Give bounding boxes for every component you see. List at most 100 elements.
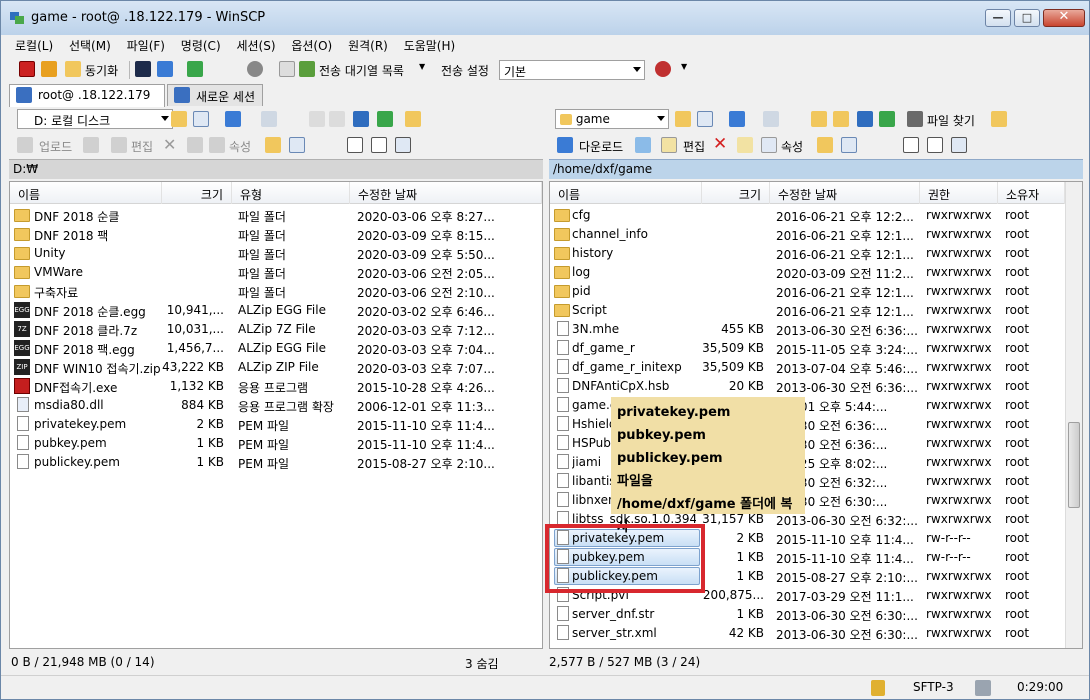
binoculars-icon[interactable] [907,111,923,127]
back-icon[interactable] [729,111,745,127]
new-folder-icon[interactable] [817,137,833,153]
console-icon[interactable] [135,61,151,77]
table-row[interactable]: server_str.xml 42 KB 2013-06-30 오전 6:30:..… [550,624,1065,643]
tab-new-session[interactable]: 새로운 세션 [167,84,263,106]
column-size[interactable]: 크기 [162,182,232,204]
table-row[interactable]: ZIP DNF WIN10 접속기.zip 43,222 KB ALZip ZIP F… [10,358,542,377]
back-icon[interactable] [225,111,241,127]
tab-session-root[interactable]: root@ .18.122.179 [9,84,165,107]
menu-local[interactable]: 로컬(L) [9,35,59,56]
column-modified[interactable]: 수정한 날짜 [350,182,542,204]
refresh-icon[interactable] [377,111,393,127]
new-file-icon[interactable] [289,137,305,153]
upload-icon[interactable] [17,137,33,153]
vertical-scrollbar[interactable] [1065,182,1082,648]
remote-dir-select[interactable]: game [555,109,669,129]
table-row[interactable]: privatekey.pem 2 KB PEM 파일 2015-11-10 오후 11… [10,415,542,434]
unselect-icon[interactable] [927,137,943,153]
transfer-preset-icon[interactable] [655,61,671,77]
properties-button[interactable]: 속성 [781,138,803,155]
download-button[interactable]: 다운로드 [579,138,623,155]
table-row[interactable]: EGG DNF 2018 순클.egg 10,941,... ALZip EGG Fi… [10,301,542,320]
forward-icon[interactable] [261,111,277,127]
column-owner[interactable]: 소유자 [998,182,1065,204]
filter-icon[interactable] [193,111,209,127]
table-row[interactable]: VMWare 파일 폴더 2020-03-06 오전 2:05... [10,263,542,282]
column-size[interactable]: 크기 [702,182,770,204]
table-row[interactable]: Unity 파일 폴더 2020-03-09 오후 5:50... [10,244,542,263]
edit-icon[interactable] [111,137,127,153]
column-rights[interactable]: 권한 [920,182,998,204]
table-row[interactable]: channel_info 2016-06-21 오후 12:1... rwxrwxr… [550,225,1065,244]
rename-icon[interactable] [187,137,203,153]
menu-options[interactable]: 옵션(O) [285,35,338,56]
table-row[interactable]: history 2016-06-21 오후 12:1... rwxrwxrwx roo… [550,244,1065,263]
delete-icon[interactable]: ✕ [163,135,176,154]
table-row[interactable]: server_dnf.str 1 KB 2013-06-30 오전 6:30:...… [550,605,1065,624]
table-row[interactable]: df_game_r_initexp 35,509 KB 2013-07-04 오후 … [550,358,1065,377]
open-folder-icon[interactable] [675,111,691,127]
select-all-icon[interactable] [903,137,919,153]
table-row[interactable]: publickey.pem 1 KB PEM 파일 2015-08-27 오후 2:1… [10,453,542,472]
sync-label[interactable]: 동기화 [85,62,118,79]
root-dir-icon[interactable] [833,111,849,127]
table-row[interactable]: 구축자료 파일 폴더 2020-03-06 오전 2:10... [10,282,542,301]
filter-icon[interactable] [951,137,967,153]
table-row[interactable]: 7Z DNF 2018 클라.7z 10,031,... ALZip 7Z File 2… [10,320,542,339]
edit-button[interactable]: 편집 [131,138,153,155]
forward-icon[interactable] [763,111,779,127]
new-folder-icon[interactable] [265,137,281,153]
sync-icon[interactable] [65,61,81,77]
table-row[interactable]: df_game_r 35,509 KB 2015-11-05 오후 3:24:...… [550,339,1065,358]
queue-label[interactable]: 전송 대기열 목록 [319,62,404,79]
putty-icon[interactable] [157,61,173,77]
menu-help[interactable]: 도움말(H) [398,35,462,56]
filter-icon[interactable] [697,111,713,127]
table-row[interactable]: Script 2016-06-21 오후 12:1... rwxrwxrwx root [550,301,1065,320]
menu-session[interactable]: 세션(S) [230,35,281,56]
table-row[interactable]: DNF 2018 팩 파일 폴더 2020-03-09 오후 8:15... [10,225,542,244]
menu-remote[interactable]: 원격(R) [342,35,394,56]
table-row[interactable]: pubkey.pem 1 KB PEM 파일 2015-11-10 오후 11:4..… [10,434,542,453]
transfer-settings-icon[interactable] [83,137,99,153]
table-row[interactable]: 3N.mhe 455 KB 2013-06-30 오전 6:36:... rwxrwx… [550,320,1065,339]
column-name[interactable]: 이름 [10,182,162,204]
minimize-button[interactable]: — [985,9,1011,27]
menu-select[interactable]: 선택(M) [63,35,117,56]
select-all-icon[interactable] [347,137,363,153]
synchronize-browsing-icon[interactable] [41,61,57,77]
table-row[interactable]: pid 2016-06-21 오후 12:1... rwxrwxrwx root [550,282,1065,301]
transfer-settings-select[interactable]: 기본 [499,60,645,80]
edit-icon[interactable] [661,137,677,153]
table-row[interactable]: DNFAntiCpX.hsb 20 KB 2013-06-30 오전 6:36:..… [550,377,1065,396]
scroll-thumb[interactable] [1068,422,1080,508]
home-icon[interactable] [857,111,873,127]
menu-file[interactable]: 파일(F) [121,35,171,56]
column-modified[interactable]: 수정한 날짜 [770,182,920,204]
rename-icon[interactable] [737,137,753,153]
column-type[interactable]: 유형 [232,182,350,204]
maximize-button[interactable]: □ [1014,9,1040,27]
table-row[interactable]: DNF접속기.exe 1,132 KB 응용 프로그램 2015-10-28 오후 4… [10,377,542,396]
queue-list-icon[interactable] [299,61,315,77]
properties-icon[interactable] [761,137,777,153]
parent-dir-icon[interactable] [309,111,325,127]
queue-icon[interactable] [279,61,295,77]
column-name[interactable]: 이름 [550,182,702,204]
title-bar[interactable]: game - root@ .18.122.179 - WinSCP — □ ✕ [1,1,1089,35]
close-button[interactable]: ✕ [1043,9,1085,27]
edit-button[interactable]: 편집 [683,138,705,155]
parent-dir-icon[interactable] [811,111,827,127]
find-icon[interactable] [405,111,421,127]
chevron-down-icon[interactable]: ▼ [681,62,687,71]
root-dir-icon[interactable] [329,111,345,127]
download-icon[interactable] [557,137,573,153]
unselect-icon[interactable] [371,137,387,153]
open-folder-icon[interactable] [171,111,187,127]
table-row[interactable]: DNF 2018 순클 파일 폴더 2020-03-06 오후 8:27... [10,206,542,225]
find-files-button[interactable]: 파일 찾기 [927,112,975,129]
delete-icon[interactable]: ✕ [713,134,727,154]
upload-button[interactable]: 업로드 [39,138,72,155]
table-row[interactable]: log 2020-03-09 오전 11:2... rwxrwxrwx root [550,263,1065,282]
table-row[interactable]: EGG DNF 2018 팩.egg 1,456,7... ALZip EGG Fil… [10,339,542,358]
